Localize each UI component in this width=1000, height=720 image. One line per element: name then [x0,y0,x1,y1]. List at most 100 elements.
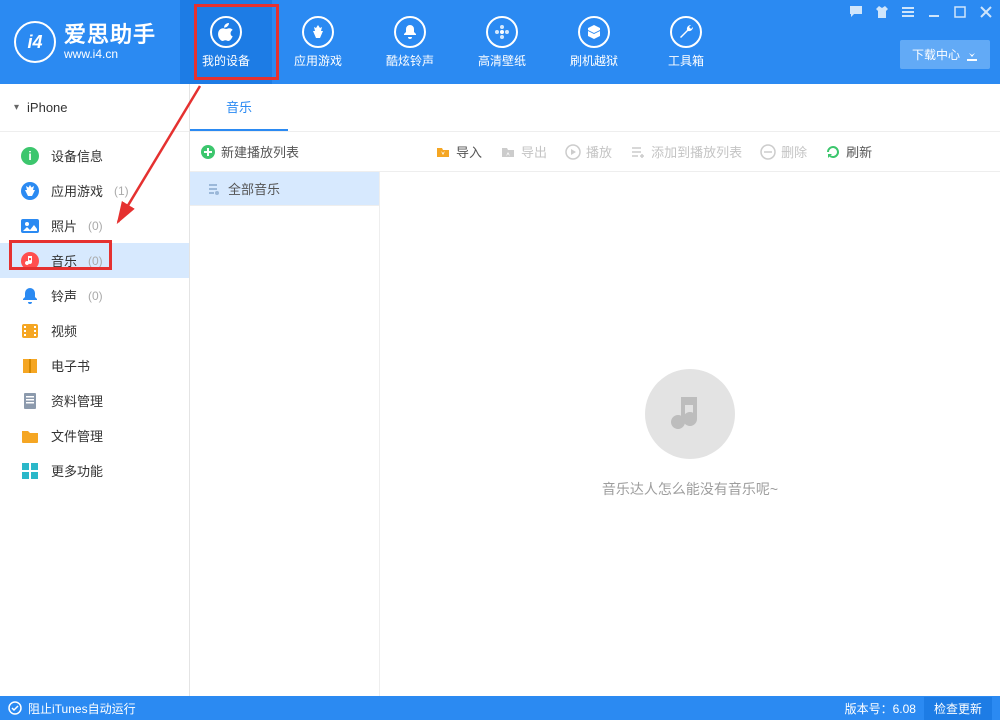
maximize-icon[interactable] [952,4,968,20]
check-circle-icon [8,701,22,715]
device-selector[interactable]: ▾ iPhone [0,84,189,132]
brand-block: i4 爱思助手 www.i4.cn [0,0,180,84]
sidebar-item-ebooks[interactable]: 电子书 [0,348,189,383]
playlist-column: 全部音乐 [190,172,380,696]
sidebar-item-label: 应用游戏 [51,181,103,200]
toolbar-label: 删除 [781,142,807,161]
sidebar-item-label: 铃声 [51,286,77,305]
sidebar-item-label: 照片 [51,216,77,235]
menu-icon[interactable] [900,4,916,20]
playlist-label: 全部音乐 [228,179,280,198]
content-subtabs: 音乐 [190,84,1000,132]
sidebar-item-label: 资料管理 [51,391,103,410]
top-nav: 我的设备 应用游戏 酷炫铃声 高清壁纸 刷机越狱 [180,0,732,84]
refresh-button[interactable]: 刷新 [825,142,872,161]
sidebar-item-count: (1) [114,184,129,198]
chevron-down-icon: ▾ [14,102,19,113]
sidebar-item-label: 设备信息 [51,146,103,165]
sidebar-item-music[interactable]: 音乐 (0) [0,243,189,278]
music-note-icon [645,369,735,459]
toolbar-label: 添加到播放列表 [651,142,742,161]
import-icon [435,144,451,160]
sidebar-list: i 设备信息 应用游戏 (1) 照片 (0) 音乐 (0) 铃 [0,132,189,696]
toolbar-label: 导入 [456,142,482,161]
nav-label: 应用游戏 [294,52,342,69]
download-center-label: 下载中心 [912,46,960,63]
sidebar-item-ringtones[interactable]: 铃声 (0) [0,278,189,313]
folder-icon [20,426,40,446]
delete-button[interactable]: 删除 [760,142,807,161]
new-playlist-button[interactable]: 新建播放列表 [200,142,299,161]
sidebar-item-label: 更多功能 [51,461,103,480]
film-icon [20,321,40,341]
document-icon [20,391,40,411]
appstore-icon [302,16,334,48]
appstore-icon [20,181,40,201]
music-icon [20,251,40,271]
sidebar-item-label: 音乐 [51,251,77,270]
skin-icon[interactable] [874,4,890,20]
download-icon [966,49,978,61]
playlist-add-icon [630,144,646,160]
import-button[interactable]: 导入 [435,142,482,161]
refresh-icon [825,144,841,160]
nav-flash[interactable]: 刷机越狱 [548,0,640,84]
sidebar-item-count: (0) [88,289,103,303]
version-label: 版本号：6.08 [845,700,916,717]
toolbar-label: 刷新 [846,142,872,161]
minimize-icon[interactable] [926,4,942,20]
sidebar-item-photos[interactable]: 照片 (0) [0,208,189,243]
feedback-icon[interactable] [848,4,864,20]
device-name: iPhone [27,100,67,115]
titlebar-controls [848,4,994,20]
add-to-playlist-button[interactable]: 添加到播放列表 [630,142,742,161]
nav-app-games[interactable]: 应用游戏 [272,0,364,84]
sidebar-item-label: 视频 [51,321,77,340]
toolbar-label: 导出 [521,142,547,161]
nav-my-device[interactable]: 我的设备 [180,0,272,84]
download-center-button[interactable]: 下载中心 [900,40,990,69]
sidebar-item-apps[interactable]: 应用游戏 (1) [0,173,189,208]
sidebar-item-device-info[interactable]: i 设备信息 [0,138,189,173]
sidebar-item-count: (0) [88,219,103,233]
itunes-block-toggle[interactable]: 阻止iTunes自动运行 [8,700,136,717]
nav-ringtones[interactable]: 酷炫铃声 [364,0,456,84]
sidebar-item-more[interactable]: 更多功能 [0,453,189,488]
itunes-label: 阻止iTunes自动运行 [28,700,136,717]
music-list-icon [204,181,220,197]
grid-icon [20,461,40,481]
export-button[interactable]: 导出 [500,142,547,161]
sidebar-item-label: 文件管理 [51,426,103,445]
content-toolbar: 新建播放列表 导入 导出 播放 添加到播放列表 删除 [190,132,1000,172]
image-icon [20,216,40,236]
brand-title: 爱思助手 [64,23,156,47]
delete-icon [760,144,776,160]
box-icon [578,16,610,48]
toolbar-label: 播放 [586,142,612,161]
nav-wallpapers[interactable]: 高清壁纸 [456,0,548,84]
nav-toolbox[interactable]: 工具箱 [640,0,732,84]
app-header: i4 爱思助手 www.i4.cn 我的设备 应用游戏 酷炫铃声 [0,0,1000,84]
sidebar-item-data[interactable]: 资料管理 [0,383,189,418]
flower-icon [486,16,518,48]
play-button[interactable]: 播放 [565,142,612,161]
status-bar: 阻止iTunes自动运行 版本号：6.08 检查更新 [0,696,1000,720]
check-update-button[interactable]: 检查更新 [924,697,992,720]
info-icon: i [20,146,40,166]
sidebar-item-files[interactable]: 文件管理 [0,418,189,453]
main-area: ▾ iPhone i 设备信息 应用游戏 (1) 照片 (0) 音乐 [0,84,1000,696]
sidebar-item-count: (0) [88,254,103,268]
bell-icon [20,286,40,306]
nav-label: 我的设备 [202,52,250,69]
nav-label: 高清壁纸 [478,52,526,69]
tab-music[interactable]: 音乐 [190,84,288,131]
brand-text: 爱思助手 www.i4.cn [64,23,156,60]
bell-icon [394,16,426,48]
sidebar-item-label: 电子书 [51,356,90,375]
playlist-all-music[interactable]: 全部音乐 [190,172,379,206]
content-split: 全部音乐 音乐达人怎么能没有音乐呢~ [190,172,1000,696]
close-icon[interactable] [978,4,994,20]
content-area: 音乐 新建播放列表 导入 导出 播放 添加到播放列表 [190,84,1000,696]
wrench-icon [670,16,702,48]
sidebar-item-videos[interactable]: 视频 [0,313,189,348]
